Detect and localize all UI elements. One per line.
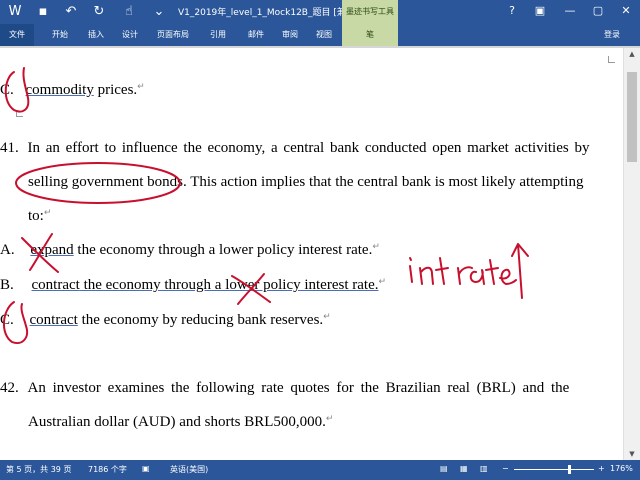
option-keyword: contract <box>29 312 78 328</box>
option-text: prices. <box>93 82 138 98</box>
document-page[interactable]: C. commodity prices. ↵ 41. In an effort t… <box>0 48 624 460</box>
close-button[interactable]: ✕ <box>616 3 636 19</box>
vertical-scrollbar[interactable]: ▲ ▼ <box>623 48 640 460</box>
question-41-line-3: to: ↵ <box>28 208 51 225</box>
question-42-line-2: Australian dollar (AUD) and shorts BRL50… <box>28 414 333 431</box>
paragraph-mark: ↵ <box>43 208 52 218</box>
paragraph-mark: ↵ <box>325 414 334 424</box>
zoom-level[interactable]: 176% <box>610 464 633 473</box>
question-41-line-2: selling government bonds. This action im… <box>28 174 583 191</box>
paragraph-mark: ↵ <box>323 312 331 322</box>
ribbon-tab-bar: 文件 开始 插入 设计 页面布局 引用 邮件 审阅 视图 笔 登录 <box>0 24 640 46</box>
zoom-in-icon[interactable]: + <box>598 464 605 473</box>
tab-references[interactable]: 引用 <box>204 24 232 46</box>
option-text: the economy by reducing bank reserves. <box>77 312 324 328</box>
option-text: the economy through a lower policy inter… <box>73 242 373 258</box>
zoom-out-icon[interactable]: − <box>502 464 509 473</box>
tab-page-layout[interactable]: 页面布局 <box>152 24 194 46</box>
paragraph-mark: ↵ <box>372 242 380 252</box>
help-button[interactable]: ? <box>502 3 522 19</box>
question-text: Australian dollar (AUD) and shorts BRL50… <box>28 414 326 430</box>
tab-review[interactable]: 审阅 <box>276 24 304 46</box>
tab-home[interactable]: 开始 <box>46 24 74 46</box>
ink-text-int <box>409 257 449 285</box>
tab-insert[interactable]: 插入 <box>82 24 110 46</box>
minimize-button[interactable]: — <box>560 3 580 19</box>
zoom-slider[interactable] <box>514 465 594 474</box>
option-text: the economy through a lower policy inter… <box>79 277 379 293</box>
question-text: . This action implies that the central b… <box>182 174 584 190</box>
ink-text-rate <box>457 259 517 285</box>
question-41-line-1: 41. In an effort to influence the econom… <box>0 140 589 157</box>
paragraph-mark: ↵ <box>378 277 387 287</box>
question-number: 41. <box>0 140 19 156</box>
zoom-slider-thumb[interactable] <box>568 465 571 474</box>
status-bar: 第 5 页，共 39 页 7186 个字 ▣ 英语(美国) ▤ ▦ ▥ − + … <box>0 460 640 480</box>
margin-corner-mark <box>608 56 615 63</box>
option-letter: A. <box>0 242 15 258</box>
customize-quick-access-icon[interactable]: ⌄ <box>150 3 168 21</box>
web-layout-icon[interactable]: ▥ <box>480 464 488 473</box>
option-keyword: expand <box>30 242 74 258</box>
question-text: An investor examines the following rate … <box>27 380 570 396</box>
scroll-up-icon[interactable]: ▲ <box>624 50 640 58</box>
ink-arrow-up <box>511 243 529 299</box>
question-text: to: <box>28 208 44 224</box>
redo-icon[interactable]: ↻ <box>90 3 108 21</box>
title-bar: W ▪ ↶ ↻ ☝ ⌄ V1_2019年_level_1_Mock12B_题目 … <box>0 0 640 24</box>
save-icon[interactable]: ▪ <box>34 3 52 21</box>
scroll-down-icon[interactable]: ▼ <box>624 450 640 458</box>
read-mode-icon[interactable]: ▤ <box>440 464 448 473</box>
option-letter: B. <box>0 277 14 293</box>
option-keyword: contract <box>31 277 80 293</box>
tab-view[interactable]: 视图 <box>310 24 338 46</box>
question-text: In an effort to influence the economy, a… <box>27 140 590 156</box>
option-c: C. contract the economy by reducing bank… <box>0 312 331 329</box>
proofing-icon[interactable]: ▣ <box>142 464 150 473</box>
sign-in-link[interactable]: 登录 <box>604 29 620 40</box>
tab-file[interactable]: 文件 <box>0 24 34 46</box>
tab-mailings[interactable]: 邮件 <box>242 24 270 46</box>
scrollbar-thumb[interactable] <box>627 72 637 162</box>
option-letter: C. <box>0 312 14 328</box>
question-42-line-1: 42. An investor examines the following r… <box>0 380 569 397</box>
option-b: B. contract the economy through a lower … <box>0 277 386 294</box>
margin-corner-mark <box>16 110 23 117</box>
question-text-highlight: selling government bonds <box>28 174 183 190</box>
print-layout-icon[interactable]: ▦ <box>460 464 468 473</box>
tab-pen[interactable]: 笔 <box>342 24 398 46</box>
maximize-button[interactable]: ▢ <box>588 3 608 19</box>
word-count[interactable]: 7186 个字 <box>88 464 127 475</box>
option-a: A. expand the economy through a lower po… <box>0 242 380 259</box>
question-number: 42. <box>0 380 19 396</box>
language-indicator[interactable]: 英语(美国) <box>170 464 208 475</box>
touch-mode-icon[interactable]: ☝ <box>120 3 138 21</box>
word-app-icon[interactable]: W <box>6 3 24 21</box>
ribbon-display-options-button[interactable]: ▣ <box>530 3 550 19</box>
paragraph-mark: ↵ <box>137 82 145 92</box>
undo-icon[interactable]: ↶ <box>62 3 80 21</box>
page-count[interactable]: 第 5 页，共 39 页 <box>6 464 71 475</box>
option-letter: C. <box>0 82 14 98</box>
prev-option-c: C. commodity prices. ↵ <box>0 82 145 99</box>
option-keyword: commodity <box>25 82 94 98</box>
tab-design[interactable]: 设计 <box>116 24 144 46</box>
ink-tools-context-tab: 墨迹书写工具 <box>342 0 398 24</box>
